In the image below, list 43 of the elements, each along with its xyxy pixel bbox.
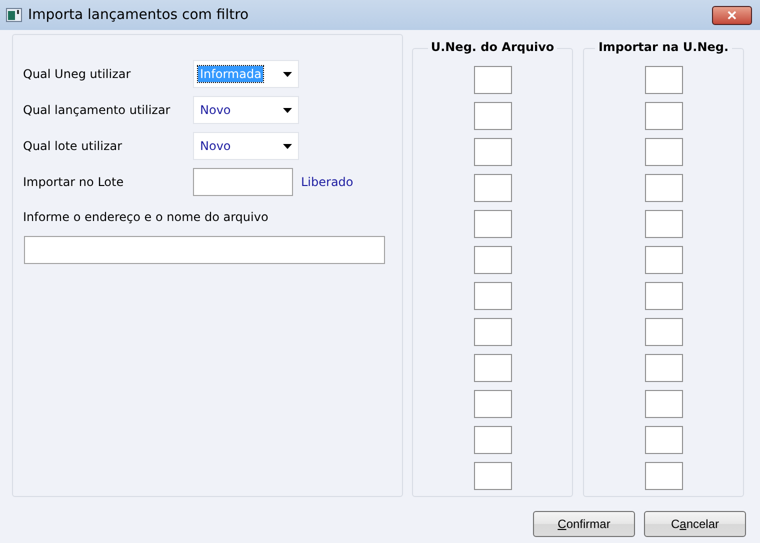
caret-icon — [283, 144, 292, 148]
input-field[interactable] — [644, 66, 682, 94]
dialog-button[interactable]: Confirmar — [533, 511, 635, 537]
input-field[interactable] — [644, 318, 682, 346]
caret-icon — [283, 72, 292, 76]
window-title: Importa lançamentos com filtro — [28, 7, 250, 23]
input-field[interactable] — [474, 318, 512, 346]
input-field[interactable] — [644, 390, 682, 418]
caret-icon — [283, 108, 292, 112]
dropdown[interactable]: Novo — [193, 132, 299, 160]
field-label: Informe o endereço e o nome do arquivo — [23, 210, 270, 224]
input-field[interactable] — [474, 426, 512, 454]
input-field[interactable] — [474, 66, 512, 94]
dialog-button[interactable]: Cancelar — [644, 511, 746, 537]
input-field[interactable] — [474, 390, 512, 418]
app-icon — [6, 8, 22, 22]
input-field[interactable] — [644, 102, 682, 130]
input-field[interactable] — [474, 354, 512, 382]
input-field[interactable] — [644, 138, 682, 166]
input-field[interactable] — [474, 210, 512, 238]
file-path-field[interactable] — [24, 236, 385, 264]
status-text: Liberado — [301, 175, 354, 189]
input-field[interactable] — [644, 426, 682, 454]
dropdown[interactable]: Novo — [193, 96, 299, 124]
input-field[interactable] — [644, 354, 682, 382]
field-label: Qual lançamento utilizar — [23, 103, 172, 117]
input-field[interactable] — [644, 174, 682, 202]
input-field[interactable] — [474, 282, 512, 310]
input-field[interactable] — [644, 282, 682, 310]
input-field[interactable] — [474, 102, 512, 130]
field-label: Qual lote utilizar — [23, 139, 124, 153]
group-title: Importar na U.Neg. — [595, 40, 732, 54]
field-label: Importar no Lote — [23, 175, 125, 189]
input-field[interactable] — [474, 174, 512, 202]
input-field[interactable] — [644, 210, 682, 238]
input-field[interactable] — [474, 246, 512, 274]
input-field[interactable] — [644, 462, 682, 490]
input-field[interactable] — [644, 246, 682, 274]
field-label: Qual Uneg utilizar — [23, 67, 132, 81]
group-title: U.Neg. do Arquivo — [428, 40, 558, 54]
input-field[interactable] — [474, 138, 512, 166]
input-field[interactable] — [474, 462, 512, 490]
input-field[interactable] — [193, 168, 293, 196]
